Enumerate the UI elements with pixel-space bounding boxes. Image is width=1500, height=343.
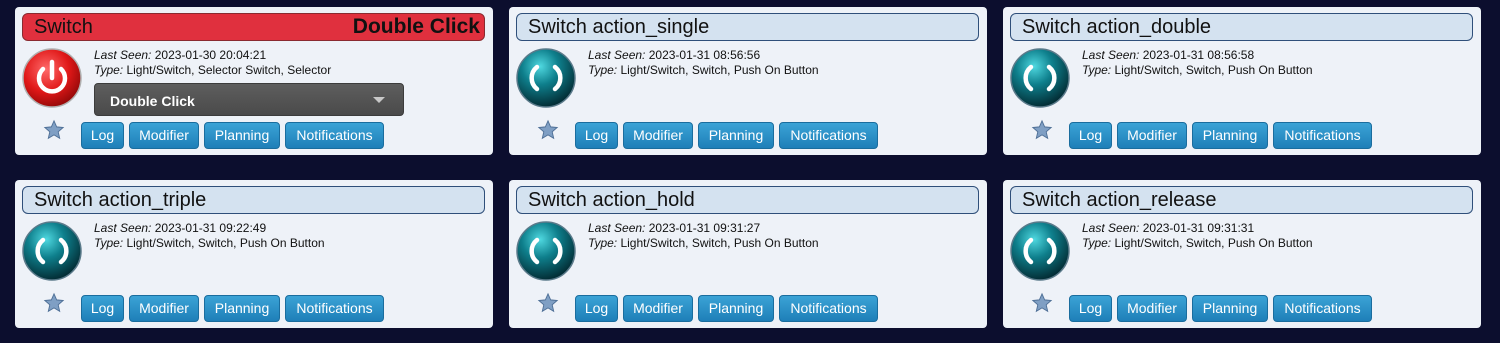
planning-button[interactable]: Planning	[204, 295, 280, 322]
last-seen-value: 2023-01-31 09:31:31	[1142, 221, 1255, 235]
notifications-button[interactable]: Notifications	[779, 295, 878, 322]
device-info: Last Seen: 2023-01-30 20:04:21 Type: Lig…	[94, 48, 331, 78]
device-card: Switch action_hold Last Seen: 2023-01-31…	[509, 180, 987, 328]
last-seen-value: 2023-01-31 08:56:56	[648, 48, 761, 62]
planning-button[interactable]: Planning	[204, 122, 280, 149]
notifications-button[interactable]: Notifications	[285, 295, 384, 322]
type-label: Type:	[94, 63, 124, 77]
favorite-star-icon[interactable]	[43, 119, 65, 141]
device-name: Switch action_hold	[528, 189, 695, 211]
device-title-bar: Switch action_single	[516, 13, 979, 41]
favorite-star-icon[interactable]	[537, 119, 559, 141]
modifier-button[interactable]: Modifier	[129, 122, 199, 149]
device-name: Switch action_double	[1022, 16, 1212, 38]
type-value: Light/Switch, Switch, Push On Button	[620, 63, 819, 77]
device-card: Switch action_triple Last Seen: 2023-01-…	[15, 180, 493, 328]
device-name: Switch action_triple	[34, 189, 207, 211]
type-label: Type:	[588, 63, 618, 77]
modifier-button[interactable]: Modifier	[1117, 122, 1187, 149]
type-value: Light/Switch, Selector Switch, Selector	[126, 63, 332, 77]
push-button-icon[interactable]	[515, 220, 577, 282]
device-title-bar: Switch action_release	[1010, 186, 1473, 214]
type-value: Light/Switch, Switch, Push On Button	[126, 236, 325, 250]
device-info: Last Seen: 2023-01-31 09:22:49 Type: Lig…	[94, 221, 325, 251]
type-label: Type:	[588, 236, 618, 250]
favorite-star-icon[interactable]	[1031, 119, 1053, 141]
device-name: Switch action_release	[1022, 189, 1217, 211]
notifications-button[interactable]: Notifications	[1273, 122, 1372, 149]
notifications-button[interactable]: Notifications	[285, 122, 384, 149]
last-seen-label: Last Seen:	[588, 221, 646, 235]
last-seen-value: 2023-01-31 08:56:58	[1142, 48, 1255, 62]
favorite-star-icon[interactable]	[1031, 292, 1053, 314]
type-value: Light/Switch, Switch, Push On Button	[620, 236, 819, 250]
selector-dropdown[interactable]: Double Click	[94, 83, 404, 116]
modifier-button[interactable]: Modifier	[1117, 295, 1187, 322]
device-name: Switch	[34, 16, 93, 38]
push-button-icon[interactable]	[515, 47, 577, 109]
type-label: Type:	[94, 236, 124, 250]
device-title-bar: Switch action_double	[1010, 13, 1473, 41]
device-info: Last Seen: 2023-01-31 08:56:58 Type: Lig…	[1082, 48, 1313, 78]
device-card: Switch Double Click Last Seen: 2023-01-3…	[15, 7, 493, 155]
log-button[interactable]: Log	[575, 295, 618, 322]
log-button[interactable]: Log	[1069, 122, 1112, 149]
favorite-star-icon[interactable]	[43, 292, 65, 314]
notifications-button[interactable]: Notifications	[779, 122, 878, 149]
device-title-bar: Switch action_triple	[22, 186, 485, 214]
type-label: Type:	[1082, 63, 1112, 77]
device-title-bar: Switch action_hold	[516, 186, 979, 214]
planning-button[interactable]: Planning	[1192, 295, 1268, 322]
planning-button[interactable]: Planning	[1192, 122, 1268, 149]
last-seen-value: 2023-01-30 20:04:21	[154, 48, 267, 62]
log-button[interactable]: Log	[575, 122, 618, 149]
device-title-bar: Switch Double Click	[22, 13, 485, 41]
modifier-button[interactable]: Modifier	[623, 295, 693, 322]
last-seen-label: Last Seen:	[94, 221, 152, 235]
device-name: Switch action_single	[528, 16, 710, 38]
type-value: Light/Switch, Switch, Push On Button	[1114, 236, 1313, 250]
last-seen-value: 2023-01-31 09:31:27	[648, 221, 761, 235]
chevron-down-icon	[373, 97, 385, 103]
push-button-icon[interactable]	[1009, 220, 1071, 282]
planning-button[interactable]: Planning	[698, 122, 774, 149]
modifier-button[interactable]: Modifier	[623, 122, 693, 149]
dropdown-value: Double Click	[110, 93, 195, 109]
notifications-button[interactable]: Notifications	[1273, 295, 1372, 322]
device-info: Last Seen: 2023-01-31 09:31:27 Type: Lig…	[588, 221, 819, 251]
device-info: Last Seen: 2023-01-31 08:56:56 Type: Lig…	[588, 48, 819, 78]
type-label: Type:	[1082, 236, 1112, 250]
power-on-icon[interactable]	[21, 47, 83, 109]
device-info: Last Seen: 2023-01-31 09:31:31 Type: Lig…	[1082, 221, 1313, 251]
last-seen-label: Last Seen:	[94, 48, 152, 62]
log-button[interactable]: Log	[81, 122, 124, 149]
modifier-button[interactable]: Modifier	[129, 295, 199, 322]
log-button[interactable]: Log	[1069, 295, 1112, 322]
last-seen-label: Last Seen:	[1082, 221, 1140, 235]
log-button[interactable]: Log	[81, 295, 124, 322]
push-button-icon[interactable]	[21, 220, 83, 282]
device-card: Switch action_double Last Seen: 2023-01-…	[1003, 7, 1481, 155]
push-button-icon[interactable]	[1009, 47, 1071, 109]
last-seen-label: Last Seen:	[1082, 48, 1140, 62]
last-seen-label: Last Seen:	[588, 48, 646, 62]
device-card: Switch action_release Last Seen: 2023-01…	[1003, 180, 1481, 328]
device-status: Double Click	[352, 15, 480, 38]
planning-button[interactable]: Planning	[698, 295, 774, 322]
last-seen-value: 2023-01-31 09:22:49	[154, 221, 267, 235]
device-card: Switch action_single Last Seen: 2023-01-…	[509, 7, 987, 155]
type-value: Light/Switch, Switch, Push On Button	[1114, 63, 1313, 77]
favorite-star-icon[interactable]	[537, 292, 559, 314]
